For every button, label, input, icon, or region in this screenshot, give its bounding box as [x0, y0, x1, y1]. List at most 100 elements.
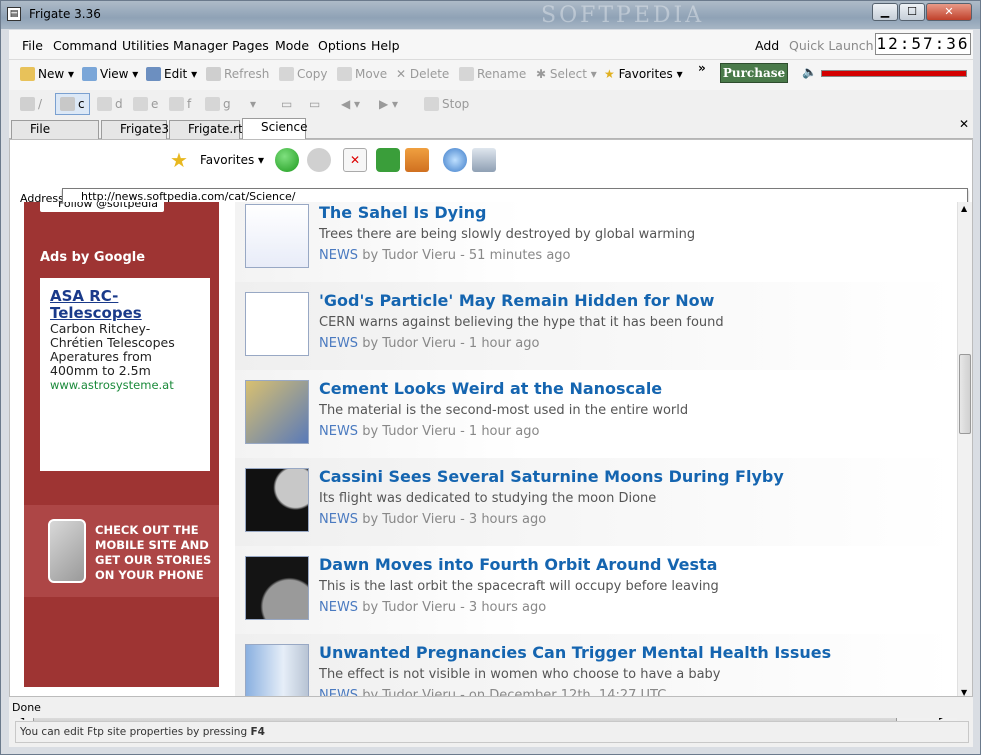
drive-label: g [223, 97, 231, 111]
browser-toolbar: ★ Favorites ▾ ✕ [10, 140, 972, 178]
menu-command[interactable]: Command [53, 38, 117, 53]
menu-file[interactable]: File [22, 38, 43, 53]
drive-c[interactable]: c [55, 93, 90, 115]
speaker-icon[interactable]: 🔈 [802, 65, 817, 79]
tab-science[interactable]: Science [242, 118, 308, 140]
ad-title[interactable]: ASA RC-Telescopes [50, 288, 200, 322]
drive-f[interactable]: f [169, 97, 191, 111]
news-tag[interactable]: NEWS [319, 512, 358, 527]
tab-file-manager[interactable]: File Manager [11, 120, 99, 153]
close-button[interactable]: ✕ [926, 3, 972, 21]
article-title[interactable]: Cement Looks Weird at the Nanoscale [319, 379, 662, 398]
tab-frigate3[interactable]: Frigate3 [101, 120, 169, 139]
refresh-icon [206, 67, 221, 81]
print-icon[interactable] [472, 148, 496, 172]
folder-up-icon[interactable]: ▭ [309, 97, 320, 111]
article-title[interactable]: Dawn Moves into Fourth Orbit Around Vest… [319, 555, 717, 574]
purchase-button[interactable]: Purchase [720, 63, 788, 83]
article-thumbnail[interactable] [245, 292, 309, 356]
minimize-button[interactable]: ▁ [872, 3, 898, 21]
title-bar[interactable]: ▤ Frigate 3.36 SOFTPEDIA ▁ ☐ ✕ [1, 1, 980, 29]
follow-button[interactable]: Follow @softpedia [40, 202, 164, 212]
stop-icon [424, 97, 439, 111]
app-icon[interactable]: ▤ [7, 7, 21, 21]
delete-button[interactable]: ✕ Delete [396, 67, 449, 81]
drive-g[interactable]: g [205, 97, 231, 111]
forward-icon[interactable] [307, 148, 331, 172]
home-icon[interactable] [405, 148, 429, 172]
rename-button[interactable]: Rename [459, 67, 526, 81]
new-button[interactable]: New ▾ [20, 67, 74, 81]
article-title[interactable]: Cassini Sees Several Saturnine Moons Dur… [319, 467, 784, 486]
drive-icon [97, 97, 112, 111]
ad-box[interactable]: ASA RC-Telescopes Carbon Ritchey-Chrétie… [40, 278, 210, 471]
ad-url[interactable]: www.astrosysteme.at [50, 378, 200, 392]
drive-e[interactable]: e [133, 97, 158, 111]
article-meta: NEWS by Tudor Vieru - 1 hour ago [319, 336, 539, 351]
tab-frigate-rtf[interactable]: Frigate.rtf [169, 120, 247, 139]
edit-icon [146, 67, 161, 81]
copy-button[interactable]: Copy [279, 67, 327, 81]
vertical-scroll-thumb[interactable] [959, 354, 971, 434]
news-tag[interactable]: NEWS [319, 600, 358, 615]
mobile-promo[interactable]: CHECK OUT THE MOBILE SITE AND GET OUR ST… [24, 505, 219, 597]
maximize-button[interactable]: ☐ [899, 3, 925, 21]
news-tag[interactable]: NEWS [319, 424, 358, 439]
drive-root[interactable]: / [20, 97, 42, 111]
article-byline: by Tudor Vieru - 1 hour ago [362, 424, 540, 439]
favorites-star-icon[interactable]: ★ [170, 148, 188, 172]
select-label: Select [549, 67, 587, 81]
menu-options[interactable]: Options [318, 38, 366, 53]
article-byline: by Tudor Vieru - 3 hours ago [362, 600, 547, 615]
stop-button[interactable]: Stop [424, 97, 469, 111]
rename-label: Rename [477, 67, 527, 81]
toolbar-overflow-button[interactable]: » [698, 61, 706, 75]
address-bar: Address http://news.softpedia.com/cat/Sc… [10, 178, 972, 205]
search-icon[interactable] [443, 148, 467, 172]
refresh-icon[interactable] [376, 148, 400, 172]
stop-icon[interactable]: ✕ [343, 148, 367, 172]
star-icon: ★ [604, 67, 619, 81]
menu-mode[interactable]: Mode [275, 38, 309, 53]
article-thumbnail[interactable] [245, 380, 309, 444]
edit-button[interactable]: Edit ▾ [146, 67, 197, 81]
view-button[interactable]: View ▾ [82, 67, 138, 81]
back-icon[interactable] [275, 148, 299, 172]
article-title[interactable]: 'God's Particle' May Remain Hidden for N… [319, 291, 714, 310]
add-button[interactable]: Add [755, 38, 779, 53]
scroll-up-icon[interactable]: ▲ [961, 204, 967, 213]
back-icon[interactable]: ◀ ▾ [341, 97, 360, 111]
select-button[interactable]: ✱ Select ▾ [536, 67, 597, 81]
article-thumbnail[interactable] [245, 644, 309, 700]
article-thumbnail[interactable] [245, 204, 309, 268]
list-item: Cement Looks Weird at the Nanoscale The … [235, 370, 955, 458]
article-title[interactable]: The Sahel Is Dying [319, 203, 486, 222]
forward-icon[interactable]: ▶ ▾ [379, 97, 398, 111]
browser-favorites-button[interactable]: Favorites ▾ [200, 153, 264, 167]
view-icon [82, 67, 97, 81]
move-button[interactable]: Move [337, 67, 387, 81]
menu-help[interactable]: Help [371, 38, 400, 53]
menu-pages[interactable]: Pages [232, 38, 269, 53]
drives-dropdown-icon[interactable]: ▾ [250, 97, 256, 111]
article-title[interactable]: Unwanted Pregnancies Can Trigger Mental … [319, 643, 831, 662]
article-meta: NEWS by Tudor Vieru - 1 hour ago [319, 424, 539, 439]
article-thumbnail[interactable] [245, 556, 309, 620]
menu-manager[interactable]: Manager [173, 38, 228, 53]
menu-utilities[interactable]: Utilities [122, 38, 169, 53]
close-tab-icon[interactable]: ✕ [957, 118, 971, 132]
main-toolbar: New ▾ View ▾ Edit ▾ Refresh Copy Move ✕ … [9, 60, 973, 90]
volume-slider[interactable] [821, 70, 967, 77]
edit-label: Edit [164, 67, 188, 81]
news-tag[interactable]: NEWS [319, 248, 358, 263]
drive-d[interactable]: d [97, 97, 123, 111]
article-thumbnail[interactable] [245, 468, 309, 532]
drive-icon [20, 97, 35, 111]
quick-launch-label[interactable]: Quick Launch [789, 38, 874, 53]
folder-icon[interactable]: ▭ [281, 97, 292, 111]
ads-heading: Ads by Google [40, 250, 146, 265]
news-tag[interactable]: NEWS [319, 336, 358, 351]
refresh-button[interactable]: Refresh [206, 67, 269, 81]
favorites-button[interactable]: ★ Favorites ▾ [604, 67, 683, 81]
vertical-scrollbar[interactable]: ▲ ▼ [957, 202, 972, 700]
